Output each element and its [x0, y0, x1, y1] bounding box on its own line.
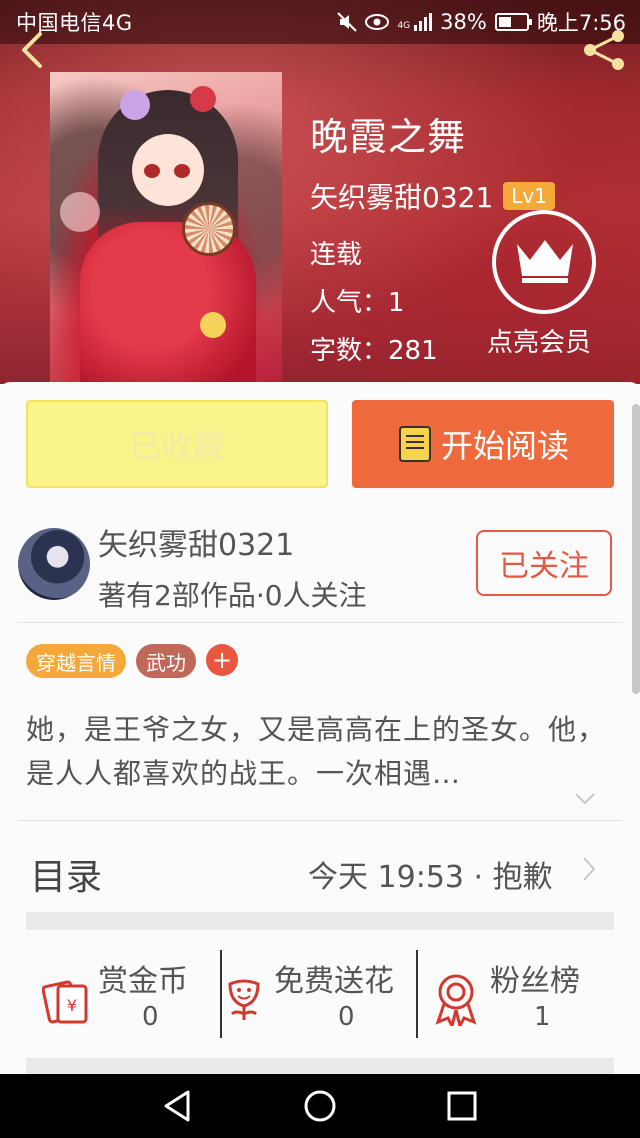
reward-count: 0	[142, 1002, 159, 1032]
vip-label[interactable]: 点亮会员	[487, 322, 591, 359]
follow-button[interactable]: 已关注	[476, 530, 612, 596]
header-author-name[interactable]: 矢织雾甜0321	[310, 176, 493, 216]
author-line: 矢织雾甜0321 Lv1	[310, 176, 555, 216]
share-icon[interactable]	[580, 28, 628, 72]
favorited-button[interactable]: 已收藏	[26, 400, 328, 488]
tag-chip[interactable]: 武功	[136, 644, 196, 678]
system-navigation-bar	[0, 1074, 640, 1138]
author-name[interactable]: 矢织雾甜0321	[98, 520, 294, 564]
cover-face	[132, 134, 204, 206]
mute-icon	[337, 12, 358, 32]
latest-chapter-info[interactable]: 今天 19:53 · 抱歉	[308, 852, 553, 896]
word-count: 字数：281	[310, 336, 438, 366]
popularity-count: 人气：1	[310, 288, 405, 318]
back-triangle-icon[interactable]	[160, 1088, 196, 1124]
flower-icon	[228, 979, 260, 1020]
cover-fan	[182, 202, 236, 256]
cover-flower	[120, 90, 150, 120]
divider	[18, 622, 622, 623]
start-reading-label: 开始阅读	[440, 427, 569, 465]
tag-chip[interactable]: 穿越言情	[26, 644, 126, 678]
award-ribbon-icon	[435, 974, 477, 1026]
reward-label: 粉丝榜	[490, 964, 580, 999]
section-separator	[26, 1058, 614, 1074]
status-bar: 中国电信4G 4G 38% 晚上7:56	[0, 0, 640, 44]
reward-count: 0	[338, 1002, 355, 1032]
synopsis-text[interactable]: 她，是王爷之女，又是高高在上的圣女。他，是人人都喜欢的战王。一次相遇…	[26, 708, 614, 796]
reward-label: 赏金币	[98, 964, 188, 999]
book-cover-image[interactable]	[50, 72, 282, 384]
eye-icon	[365, 14, 390, 30]
svg-text:¥: ¥	[67, 996, 77, 1015]
vip-button[interactable]	[492, 210, 596, 314]
book-title: 晚霞之舞	[310, 115, 467, 159]
cover-eye	[144, 164, 160, 178]
cover-flower	[200, 312, 226, 338]
chevron-down-icon[interactable]	[574, 792, 596, 806]
section-separator	[26, 912, 614, 930]
tag-list: 穿越言情 武功 +	[26, 644, 238, 678]
author-stats: 著有2部作品·0人关注	[98, 579, 367, 612]
back-arrow-icon[interactable]	[16, 30, 48, 70]
level-badge: Lv1	[503, 182, 555, 210]
divider	[18, 820, 622, 821]
cover-flower	[190, 86, 216, 112]
toc-label[interactable]: 目录	[30, 848, 102, 900]
reward-coins-button[interactable]: ¥ 赏金币 0	[40, 948, 210, 1040]
divider	[416, 950, 418, 1038]
cover-eye	[174, 164, 190, 178]
reward-label: 免费送花	[274, 964, 394, 999]
send-flowers-button[interactable]: 免费送花 0	[222, 948, 416, 1040]
battery-percent: 38%	[440, 10, 487, 34]
signal-icon: 4G	[397, 13, 433, 31]
book-detail-card: 已收藏 开始阅读 矢织雾甜0321 著有2部作品·0人关注 已关注 穿越言情 武…	[0, 382, 640, 1074]
book-header: 晚霞之舞 矢织雾甜0321 Lv1 连载 人气：1 字数：281 收藏：1 点亮…	[0, 0, 640, 384]
battery-icon	[494, 13, 532, 31]
reward-count: 1	[534, 1002, 551, 1032]
fan-ranking-button[interactable]: 粉丝榜 1	[420, 948, 620, 1040]
recents-square-icon[interactable]	[444, 1088, 480, 1124]
network-type-label: 4G	[397, 21, 411, 31]
home-circle-icon[interactable]	[302, 1088, 338, 1124]
start-reading-button[interactable]: 开始阅读	[352, 400, 614, 488]
cover-flower	[60, 192, 100, 232]
crown-icon	[517, 240, 573, 283]
scrollbar[interactable]	[632, 404, 640, 694]
book-icon	[398, 426, 431, 462]
author-avatar[interactable]	[18, 528, 90, 600]
chevron-right-icon[interactable]	[582, 856, 596, 882]
add-tag-button[interactable]: +	[206, 644, 238, 676]
red-envelope-icon: ¥	[42, 980, 88, 1024]
serial-status: 连载	[310, 240, 363, 270]
